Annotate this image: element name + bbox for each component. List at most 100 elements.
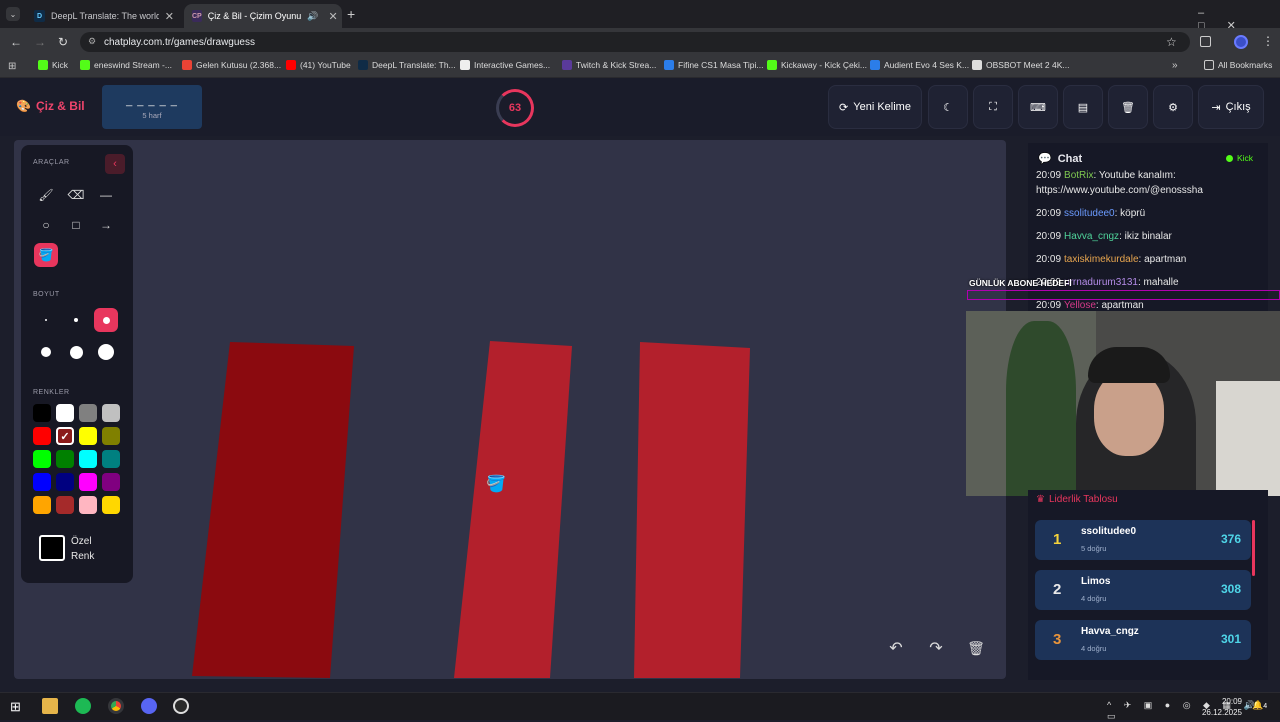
bookmark-eneswind[interactable]: eneswind Stream -... <box>80 60 172 70</box>
line-icon: — <box>100 188 112 202</box>
new-tab-button[interactable]: + <box>347 6 355 22</box>
close-icon[interactable]: ✕ <box>165 10 174 23</box>
color-swatch[interactable] <box>33 496 51 514</box>
size-1-button[interactable] <box>34 308 58 332</box>
color-swatch[interactable] <box>33 404 51 422</box>
custom-color-preview[interactable] <box>39 535 65 561</box>
spotify-icon[interactable] <box>75 698 91 714</box>
profile-avatar[interactable] <box>1234 35 1248 49</box>
bookmark-gmail[interactable]: Gelen Kutusu (2.368... <box>182 60 281 70</box>
delete-button[interactable]: 🗑 <box>1108 85 1148 129</box>
color-swatch[interactable] <box>79 473 97 491</box>
size-2-button[interactable] <box>64 308 88 332</box>
speaker-icon[interactable]: 🔊 <box>307 11 318 22</box>
bookmark-twitch-kick[interactable]: Twitch & Kick Strea... <box>562 60 656 70</box>
custom-color-label[interactable]: Özel Renk <box>71 534 94 564</box>
brush-icon: 🖌 <box>38 188 54 202</box>
back-icon[interactable]: ← <box>10 35 22 49</box>
color-swatch[interactable] <box>102 496 120 514</box>
webcam-furniture <box>1216 381 1280 496</box>
bookmark-fifine[interactable]: Fifine CS1 Masa Tipi... <box>664 60 764 70</box>
color-swatch[interactable] <box>102 450 120 468</box>
color-swatch[interactable] <box>56 496 74 514</box>
close-icon[interactable]: ✕ <box>328 10 337 23</box>
size-6-button[interactable] <box>94 340 118 364</box>
arrow-tool[interactable]: → <box>94 213 118 237</box>
bookmark-star-icon[interactable]: ☆ <box>1166 35 1177 49</box>
forward-icon[interactable]: → <box>34 35 46 49</box>
bookmark-kickaway[interactable]: Kickaway - Kick Çeki... <box>767 60 867 70</box>
circle-tool[interactable]: ○ <box>34 213 58 237</box>
tab-deepl[interactable]: D DeepL Translate: The world's m ✕ <box>26 4 182 28</box>
new-word-button[interactable]: ⟳ Yeni Kelime <box>828 85 922 129</box>
keyboard-button[interactable]: ⌨ <box>1018 85 1058 129</box>
color-swatch[interactable]: ✓ <box>56 427 74 445</box>
tab-search-icon[interactable]: ⌄ <box>6 7 20 21</box>
bookmark-audient[interactable]: Audient Evo 4 Ses K... <box>870 60 969 70</box>
fullscreen-button[interactable]: ⛶ <box>973 85 1013 129</box>
bookmark-deepl[interactable]: DeepL Translate: Th... <box>358 60 456 70</box>
bookmark-obsbot[interactable]: OBSBOT Meet 2 4K... <box>972 60 1069 70</box>
logout-icon: ⇥ <box>1211 101 1221 114</box>
chat-bubble-icon: 💬 <box>1038 153 1052 165</box>
clear-canvas-button[interactable]: 🗑 <box>962 634 990 662</box>
leaderboard-score: 301 <box>1220 632 1241 646</box>
color-swatch[interactable] <box>102 427 120 445</box>
url-field[interactable]: ⚙ chatplay.com.tr/games/drawguess <box>80 32 1190 52</box>
exit-button[interactable]: ⇥ Çıkış <box>1198 85 1264 129</box>
collapse-panel-button[interactable]: ‹ <box>105 154 125 174</box>
color-swatch[interactable] <box>33 473 51 491</box>
word-display: _ _ _ _ _ 5 harf <box>102 85 202 129</box>
bookmark-interactive-games[interactable]: Interactive Games... <box>460 60 550 70</box>
archive-button[interactable]: ▤ <box>1063 85 1103 129</box>
color-swatch[interactable] <box>79 450 97 468</box>
size-4-button[interactable] <box>34 340 58 364</box>
theme-toggle-button[interactable]: ☾ <box>928 85 968 129</box>
file-explorer-icon[interactable] <box>42 698 58 714</box>
size-3-button[interactable] <box>94 308 118 332</box>
all-bookmarks[interactable]: All Bookmarks <box>1204 60 1272 70</box>
drawing-canvas[interactable]: 🪣 ↶ ↷ 🗑 <box>14 140 1006 679</box>
clock[interactable]: 20:09 26.12.2025 <box>1200 696 1242 718</box>
size-5-button[interactable] <box>64 340 88 364</box>
color-swatch[interactable] <box>102 404 120 422</box>
chrome-icon[interactable] <box>108 698 124 714</box>
color-swatch[interactable] <box>33 427 51 445</box>
obs-icon[interactable] <box>173 698 189 714</box>
reload-icon[interactable]: ↻ <box>58 35 68 49</box>
square-icon: □ <box>72 218 80 232</box>
eraser-tool[interactable]: ⌫ <box>64 183 88 207</box>
redo-button[interactable]: ↷ <box>922 634 950 662</box>
drawing-strokes <box>192 341 750 678</box>
line-tool[interactable]: — <box>94 183 118 207</box>
fullscreen-icon: ⛶ <box>989 100 997 113</box>
color-swatch[interactable] <box>56 450 74 468</box>
fill-tool[interactable]: 🪣 <box>34 243 58 267</box>
color-swatch[interactable] <box>56 404 74 422</box>
webcam-hair <box>1088 347 1170 383</box>
scrollbar[interactable] <box>1252 520 1255 576</box>
color-swatch[interactable] <box>79 496 97 514</box>
site-info-icon[interactable]: ⚙ <box>88 36 96 47</box>
menu-icon[interactable]: ⋮ <box>1262 34 1274 48</box>
color-swatch[interactable] <box>79 427 97 445</box>
extensions-icon[interactable] <box>1200 36 1211 47</box>
kick-icon <box>38 60 48 70</box>
discord-icon[interactable] <box>141 698 157 714</box>
bookmark-youtube[interactable]: (41) YouTube <box>286 60 351 70</box>
rectangle-tool[interactable]: □ <box>64 213 88 237</box>
apps-grid-icon[interactable]: ⊞ <box>8 61 16 72</box>
size-title: BOYUT <box>33 291 60 298</box>
undo-button[interactable]: ↶ <box>882 634 910 662</box>
settings-button[interactable]: ⚙ <box>1153 85 1193 129</box>
color-swatch[interactable] <box>56 473 74 491</box>
brush-tool[interactable]: 🖌 <box>34 183 58 207</box>
color-swatch[interactable] <box>102 473 120 491</box>
color-swatch[interactable] <box>33 450 51 468</box>
color-swatch[interactable] <box>79 404 97 422</box>
notification-icon[interactable]: 🔔4 <box>1252 700 1267 711</box>
bookmark-kick[interactable]: Kick <box>38 60 68 70</box>
tab-chatplay[interactable]: CP Çiz & Bil - Çizim Oyunu 🔊 ✕ <box>184 4 342 28</box>
more-bookmarks-icon[interactable]: » <box>1172 60 1178 71</box>
windows-start-icon[interactable]: ⊞ <box>10 699 21 715</box>
